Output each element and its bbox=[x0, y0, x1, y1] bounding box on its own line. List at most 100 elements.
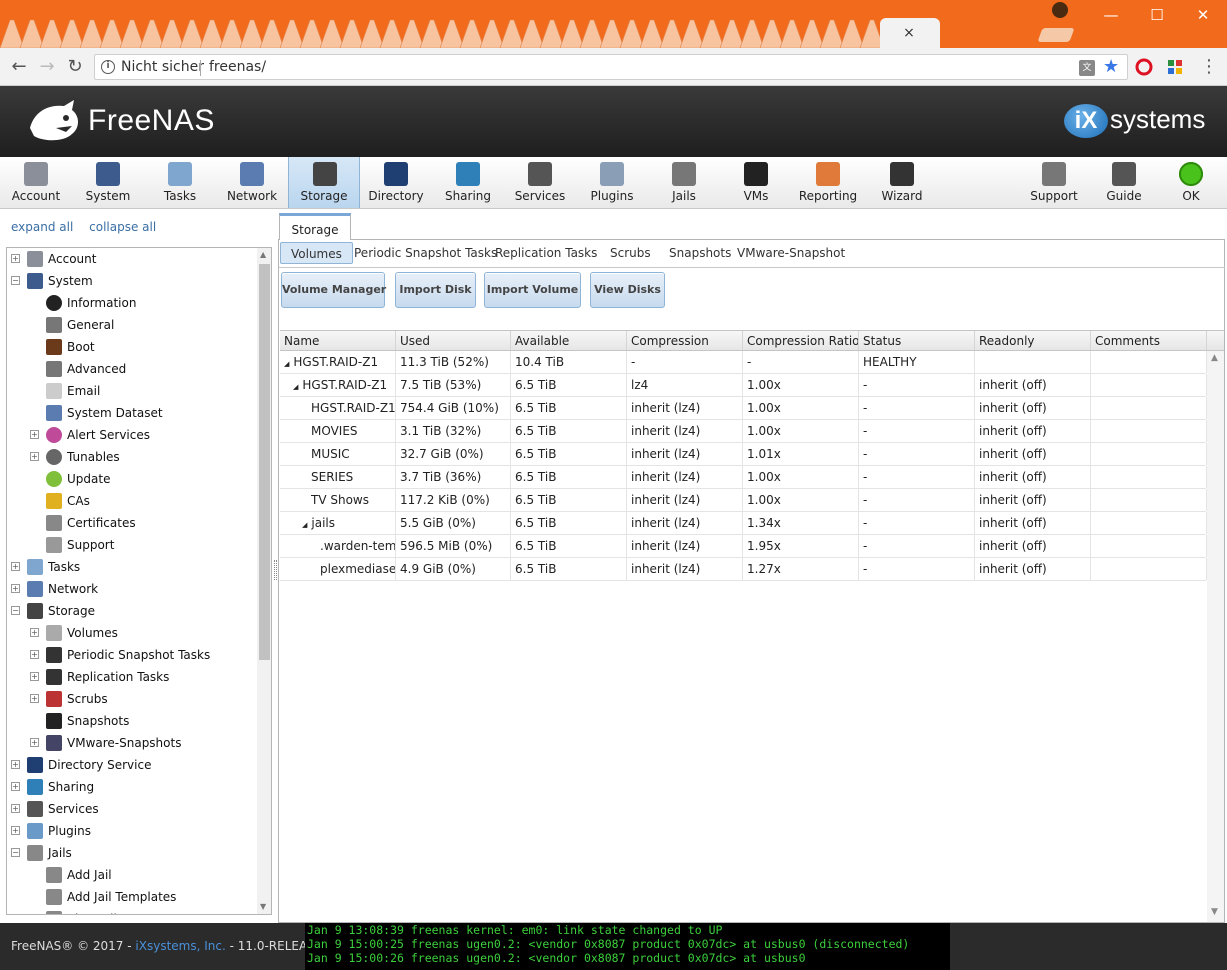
background-tab[interactable] bbox=[599, 19, 625, 48]
scroll-down-icon[interactable]: ▼ bbox=[260, 902, 266, 911]
tab-storage[interactable]: Storage bbox=[279, 213, 351, 240]
background-tab[interactable] bbox=[479, 19, 505, 48]
toolbar-network[interactable]: Network bbox=[216, 157, 288, 208]
table-row[interactable]: HGST.RAID-Z1 754.4 GiB (10%) 6.5 TiB inheri… bbox=[280, 397, 1207, 420]
minimize-icon[interactable]: — bbox=[1096, 4, 1126, 26]
background-tab[interactable] bbox=[579, 19, 605, 48]
tree-scrollbar[interactable]: ▲ ▼ bbox=[257, 248, 271, 914]
tree-item-tunables[interactable]: + Tunables bbox=[7, 446, 257, 468]
expand-icon[interactable]: + bbox=[30, 672, 39, 681]
tree-item-scrubs[interactable]: + Scrubs bbox=[7, 688, 257, 710]
tree-item-system-dataset[interactable]: System Dataset bbox=[7, 402, 257, 424]
table-row[interactable]: MUSIC 32.7 GiB (0%) 6.5 TiB inherit (lz4) 1.… bbox=[280, 443, 1207, 466]
background-tab[interactable] bbox=[439, 19, 465, 48]
expand-icon[interactable]: + bbox=[30, 650, 39, 659]
background-tab[interactable] bbox=[799, 19, 825, 48]
tree-item-advanced[interactable]: Advanced bbox=[7, 358, 257, 380]
expand-icon[interactable]: + bbox=[11, 804, 20, 813]
column-header-compression[interactable]: Compression bbox=[627, 331, 743, 350]
scroll-up-icon[interactable]: ▲ bbox=[260, 250, 266, 259]
scroll-up-icon[interactable]: ▲ bbox=[1211, 353, 1218, 363]
tree-item-volumes[interactable]: + Volumes bbox=[7, 622, 257, 644]
background-tab[interactable] bbox=[719, 19, 745, 48]
toolbar-storage[interactable]: Storage bbox=[288, 157, 360, 208]
background-tab[interactable] bbox=[779, 19, 805, 48]
expand-icon[interactable]: + bbox=[30, 628, 39, 637]
toolbar-jails[interactable]: Jails bbox=[648, 157, 720, 208]
background-tab[interactable] bbox=[0, 19, 25, 48]
background-tab[interactable] bbox=[59, 19, 85, 48]
table-row[interactable]: MOVIES 3.1 TiB (32%) 6.5 TiB inherit (lz4) 1… bbox=[280, 420, 1207, 443]
reload-icon[interactable]: ↻ bbox=[64, 56, 86, 78]
tree-item-certificates[interactable]: Certificates bbox=[7, 512, 257, 534]
panel-splitter[interactable] bbox=[274, 560, 277, 580]
background-tab[interactable] bbox=[659, 19, 685, 48]
collapse-icon[interactable]: − bbox=[11, 848, 20, 857]
volume-manager-button[interactable]: Volume Manager bbox=[281, 272, 386, 308]
tree-item-vmware-snapshots[interactable]: + VMware-Snapshots bbox=[7, 732, 257, 754]
scrollbar-thumb[interactable] bbox=[259, 264, 270, 660]
tree-item-support[interactable]: Support bbox=[7, 534, 257, 556]
expand-icon[interactable]: + bbox=[30, 738, 39, 747]
tree-item-storage[interactable]: − Storage bbox=[7, 600, 257, 622]
background-tab[interactable] bbox=[219, 19, 245, 48]
toolbar-reporting[interactable]: Reporting bbox=[792, 157, 864, 208]
tree-item-system[interactable]: − System bbox=[7, 270, 257, 292]
tree-item-snapshots[interactable]: Snapshots bbox=[7, 710, 257, 732]
column-header-name[interactable]: Name bbox=[280, 331, 396, 350]
column-header-used[interactable]: Used bbox=[396, 331, 511, 350]
back-icon[interactable]: ← bbox=[8, 56, 30, 78]
background-tab[interactable] bbox=[299, 19, 325, 48]
toolbar-wizard[interactable]: Wizard bbox=[866, 157, 938, 208]
scroll-down-icon[interactable]: ▼ bbox=[1211, 907, 1218, 917]
subtab-snapshots[interactable]: Snapshots bbox=[669, 242, 731, 264]
tree-item-add-jail-templates[interactable]: Add Jail Templates bbox=[7, 886, 257, 908]
subtab-scrubs[interactable]: Scrubs bbox=[610, 242, 651, 264]
column-header-readonly[interactable]: Readonly bbox=[975, 331, 1091, 350]
background-tab[interactable] bbox=[199, 19, 225, 48]
table-row[interactable]: .warden-template-pluginjail596.5 MiB (0%… bbox=[280, 535, 1207, 558]
background-tab[interactable] bbox=[139, 19, 165, 48]
collapse-icon[interactable]: − bbox=[11, 276, 20, 285]
background-tab[interactable] bbox=[699, 19, 725, 48]
expand-all-link[interactable]: expand all bbox=[11, 220, 73, 234]
tree-item-view-jails[interactable]: View Jails bbox=[7, 908, 257, 914]
toolbar-support[interactable]: Support bbox=[1018, 157, 1090, 208]
expand-icon[interactable]: + bbox=[30, 452, 39, 461]
background-tab[interactable] bbox=[339, 19, 365, 48]
toolbar-guide[interactable]: Guide bbox=[1088, 157, 1160, 208]
new-tab-button[interactable] bbox=[1037, 28, 1075, 42]
tree-item-network[interactable]: + Network bbox=[7, 578, 257, 600]
extension-icon[interactable] bbox=[1166, 58, 1184, 76]
tree-item-general[interactable]: General bbox=[7, 314, 257, 336]
background-tab[interactable] bbox=[19, 19, 45, 48]
expand-icon[interactable]: + bbox=[11, 254, 20, 263]
grid-scrollbar[interactable]: ▲ ▼ bbox=[1207, 351, 1224, 922]
subtab-volumes[interactable]: Volumes bbox=[280, 242, 353, 264]
toolbar-plugins[interactable]: Plugins bbox=[576, 157, 648, 208]
background-tab[interactable] bbox=[279, 19, 305, 48]
browser-menu-icon[interactable]: ⋮ bbox=[1200, 56, 1218, 77]
background-tab[interactable] bbox=[459, 19, 485, 48]
tree-item-replication-tasks[interactable]: + Replication Tasks bbox=[7, 666, 257, 688]
table-row[interactable]: SERIES 3.7 TiB (36%) 6.5 TiB inherit (lz4) 1… bbox=[280, 466, 1207, 489]
table-row[interactable]: ◢ HGST.RAID-Z1 7.5 TiB (53%) 6.5 TiB lz4 1.00… bbox=[280, 374, 1207, 397]
profile-icon[interactable] bbox=[1052, 2, 1068, 18]
toolbar-account[interactable]: Account bbox=[0, 157, 72, 208]
tree-item-add-jail[interactable]: Add Jail bbox=[7, 864, 257, 886]
background-tab[interactable] bbox=[679, 19, 705, 48]
background-tab[interactable] bbox=[819, 19, 845, 48]
background-tab[interactable] bbox=[239, 19, 265, 48]
background-tab[interactable] bbox=[99, 19, 125, 48]
background-tab[interactable] bbox=[119, 19, 145, 48]
background-tab[interactable] bbox=[399, 19, 425, 48]
background-tab[interactable] bbox=[739, 19, 765, 48]
expand-icon[interactable]: + bbox=[30, 694, 39, 703]
url-text[interactable]: freenas/ bbox=[209, 59, 266, 75]
tree-item-email[interactable]: Email bbox=[7, 380, 257, 402]
toolbar-sharing[interactable]: Sharing bbox=[432, 157, 504, 208]
subtab-vmware-snapshot[interactable]: VMware-Snapshot bbox=[737, 242, 845, 264]
maximize-icon[interactable]: ☐ bbox=[1142, 4, 1172, 26]
background-tab[interactable] bbox=[759, 19, 785, 48]
url-input[interactable]: i Nicht sicher freenas/ 文 ★ bbox=[94, 54, 1128, 80]
